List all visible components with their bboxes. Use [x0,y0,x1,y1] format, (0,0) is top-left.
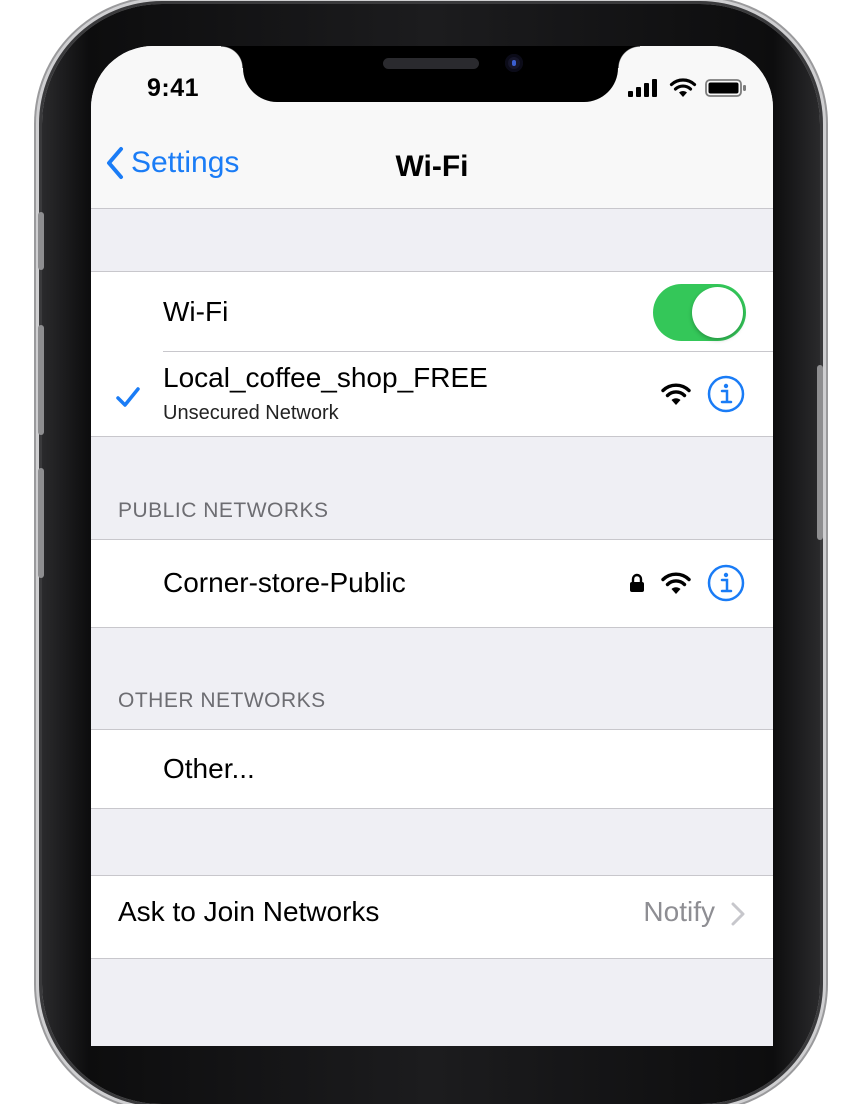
navigation-bar: Settings Wi-Fi [91,130,773,209]
ask-to-join-group: Ask to Join Networks Notify [91,875,773,959]
connected-network-subtitle: Unsecured Network [163,402,339,424]
status-time: 9:41 [147,74,200,102]
cellular-signal-icon [628,79,657,97]
battery-icon [705,79,746,97]
volume-down-button [38,468,44,578]
connected-network-row[interactable]: Local_coffee_shop_FREE Unsecured Network [91,352,773,436]
page-title: Wi-Fi [395,150,469,183]
public-networks-group: Corner-store-Public [91,539,773,628]
wifi-toggle[interactable] [653,284,746,341]
power-button [817,365,823,540]
speaker-grille [383,58,479,69]
network-icons [629,564,745,602]
chevron-right-icon [731,902,745,926]
lock-icon [630,573,644,592]
network-row[interactable]: Corner-store-Public [91,540,773,627]
public-networks-header: PUBLIC NETWORKS [118,499,329,522]
wifi-status-icon [669,78,697,97]
connected-network-name: Local_coffee_shop_FREE [163,362,488,393]
status-icons [627,78,747,98]
info-icon[interactable] [707,564,745,602]
silent-switch [38,212,44,270]
front-camera [505,54,523,72]
other-network-row[interactable]: Other... [91,730,773,808]
wifi-toggle-row: Wi-Fi [91,272,773,352]
ask-to-join-label: Ask to Join Networks [118,896,380,927]
ask-to-join-value: Notify [643,896,715,927]
screen: 9:41 Settings Wi-Fi Wi-Fi Local_coffee_s… [91,46,773,1046]
ask-to-join-row[interactable]: Ask to Join Networks Notify [91,876,773,958]
toggle-knob [692,287,743,338]
wifi-toggle-label: Wi-Fi [163,296,229,327]
connected-network-icons [661,375,745,413]
info-icon[interactable] [707,375,745,413]
network-name: Corner-store-Public [163,567,406,598]
checkmark-icon [116,387,140,407]
other-network-label: Other... [163,753,255,784]
wifi-signal-icon [661,572,691,594]
other-networks-group: Other... [91,729,773,809]
volume-up-button [38,325,44,435]
wifi-signal-icon [661,383,691,405]
wifi-group: Wi-Fi Local_coffee_shop_FREE Unsecured N… [91,271,773,437]
notch [221,46,640,102]
other-networks-header: OTHER NETWORKS [118,689,326,712]
